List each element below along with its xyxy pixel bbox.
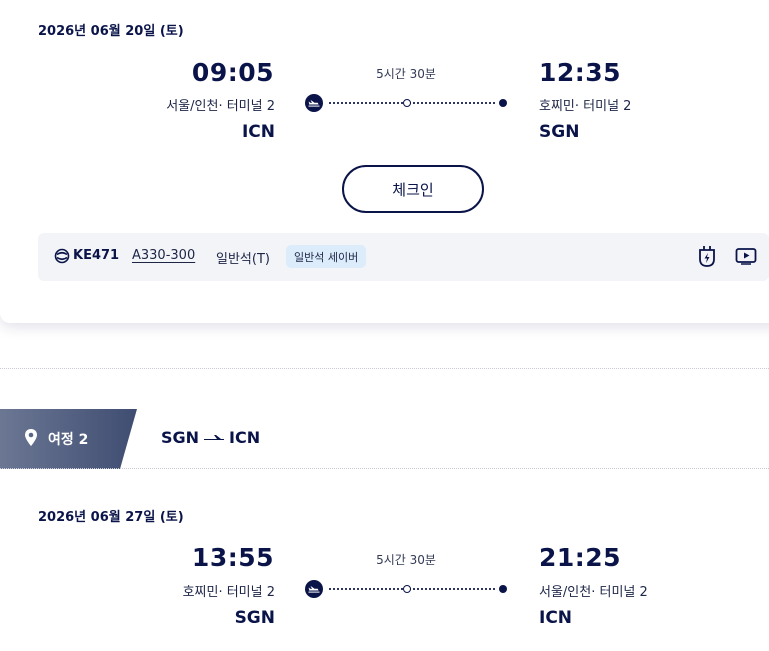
route-midpoint: [403, 585, 411, 593]
flight-duration: 5시간 30분: [376, 553, 436, 567]
korean-air-logo-icon: [54, 248, 70, 264]
arrival-time: 12:35: [539, 58, 622, 87]
arrival-city: 서울/인천· 터미널 2: [539, 585, 648, 600]
plane-takeoff-icon: [305, 94, 323, 112]
departure-airport-code: ICN: [241, 122, 275, 142]
segment-2-origin: SGN: [161, 428, 200, 447]
route-dotted-line: [329, 588, 495, 590]
route-endpoint: [499, 585, 507, 593]
video-play-icon[interactable]: [735, 247, 757, 265]
departure-city: 서울/인천· 터미널 2: [166, 99, 275, 114]
cabin-class: 일반석(T): [216, 252, 270, 267]
arrival-airport-code: SGN: [539, 122, 580, 142]
route-midpoint: [403, 99, 411, 107]
segment-2-route: SGN ICN: [161, 428, 260, 447]
location-pin-icon: [25, 429, 37, 446]
plane-takeoff-icon: [305, 580, 323, 598]
section-divider: [0, 368, 769, 369]
flight-date: 2026년 06월 20일 (토): [38, 24, 184, 39]
route-endpoint: [499, 99, 507, 107]
segment-2-label: 여정 2: [48, 432, 89, 448]
checkin-button[interactable]: 체크인: [342, 165, 484, 213]
arrival-airport-code: ICN: [539, 608, 573, 628]
departure-time: 09:05: [191, 58, 274, 87]
power-outlet-icon[interactable]: [696, 245, 718, 269]
arrival-time: 21:25: [539, 543, 622, 572]
arrival-city: 호찌민· 터미널 2: [539, 99, 632, 114]
segment-2-destination: ICN: [229, 428, 261, 447]
route-line: [305, 580, 507, 598]
flight-number: KE471: [73, 248, 120, 263]
aircraft-type-link[interactable]: A330-300: [132, 248, 195, 263]
flight-duration: 5시간 30분: [376, 67, 436, 81]
departure-airport-code: SGN: [234, 608, 275, 628]
section-divider: [0, 468, 769, 469]
route-dotted-line: [329, 102, 495, 104]
departure-city: 호찌민· 터미널 2: [182, 585, 275, 600]
departure-time: 13:55: [191, 543, 274, 572]
flight-info-bar: KE471 A330-300 일반석(T) 일반석 세이버: [38, 233, 769, 281]
plane-arrow-icon: [204, 434, 225, 440]
flight-date: 2026년 06월 27일 (토): [38, 510, 184, 525]
route-line: [305, 94, 507, 112]
fare-type-badge: 일반석 세이버: [286, 245, 367, 268]
